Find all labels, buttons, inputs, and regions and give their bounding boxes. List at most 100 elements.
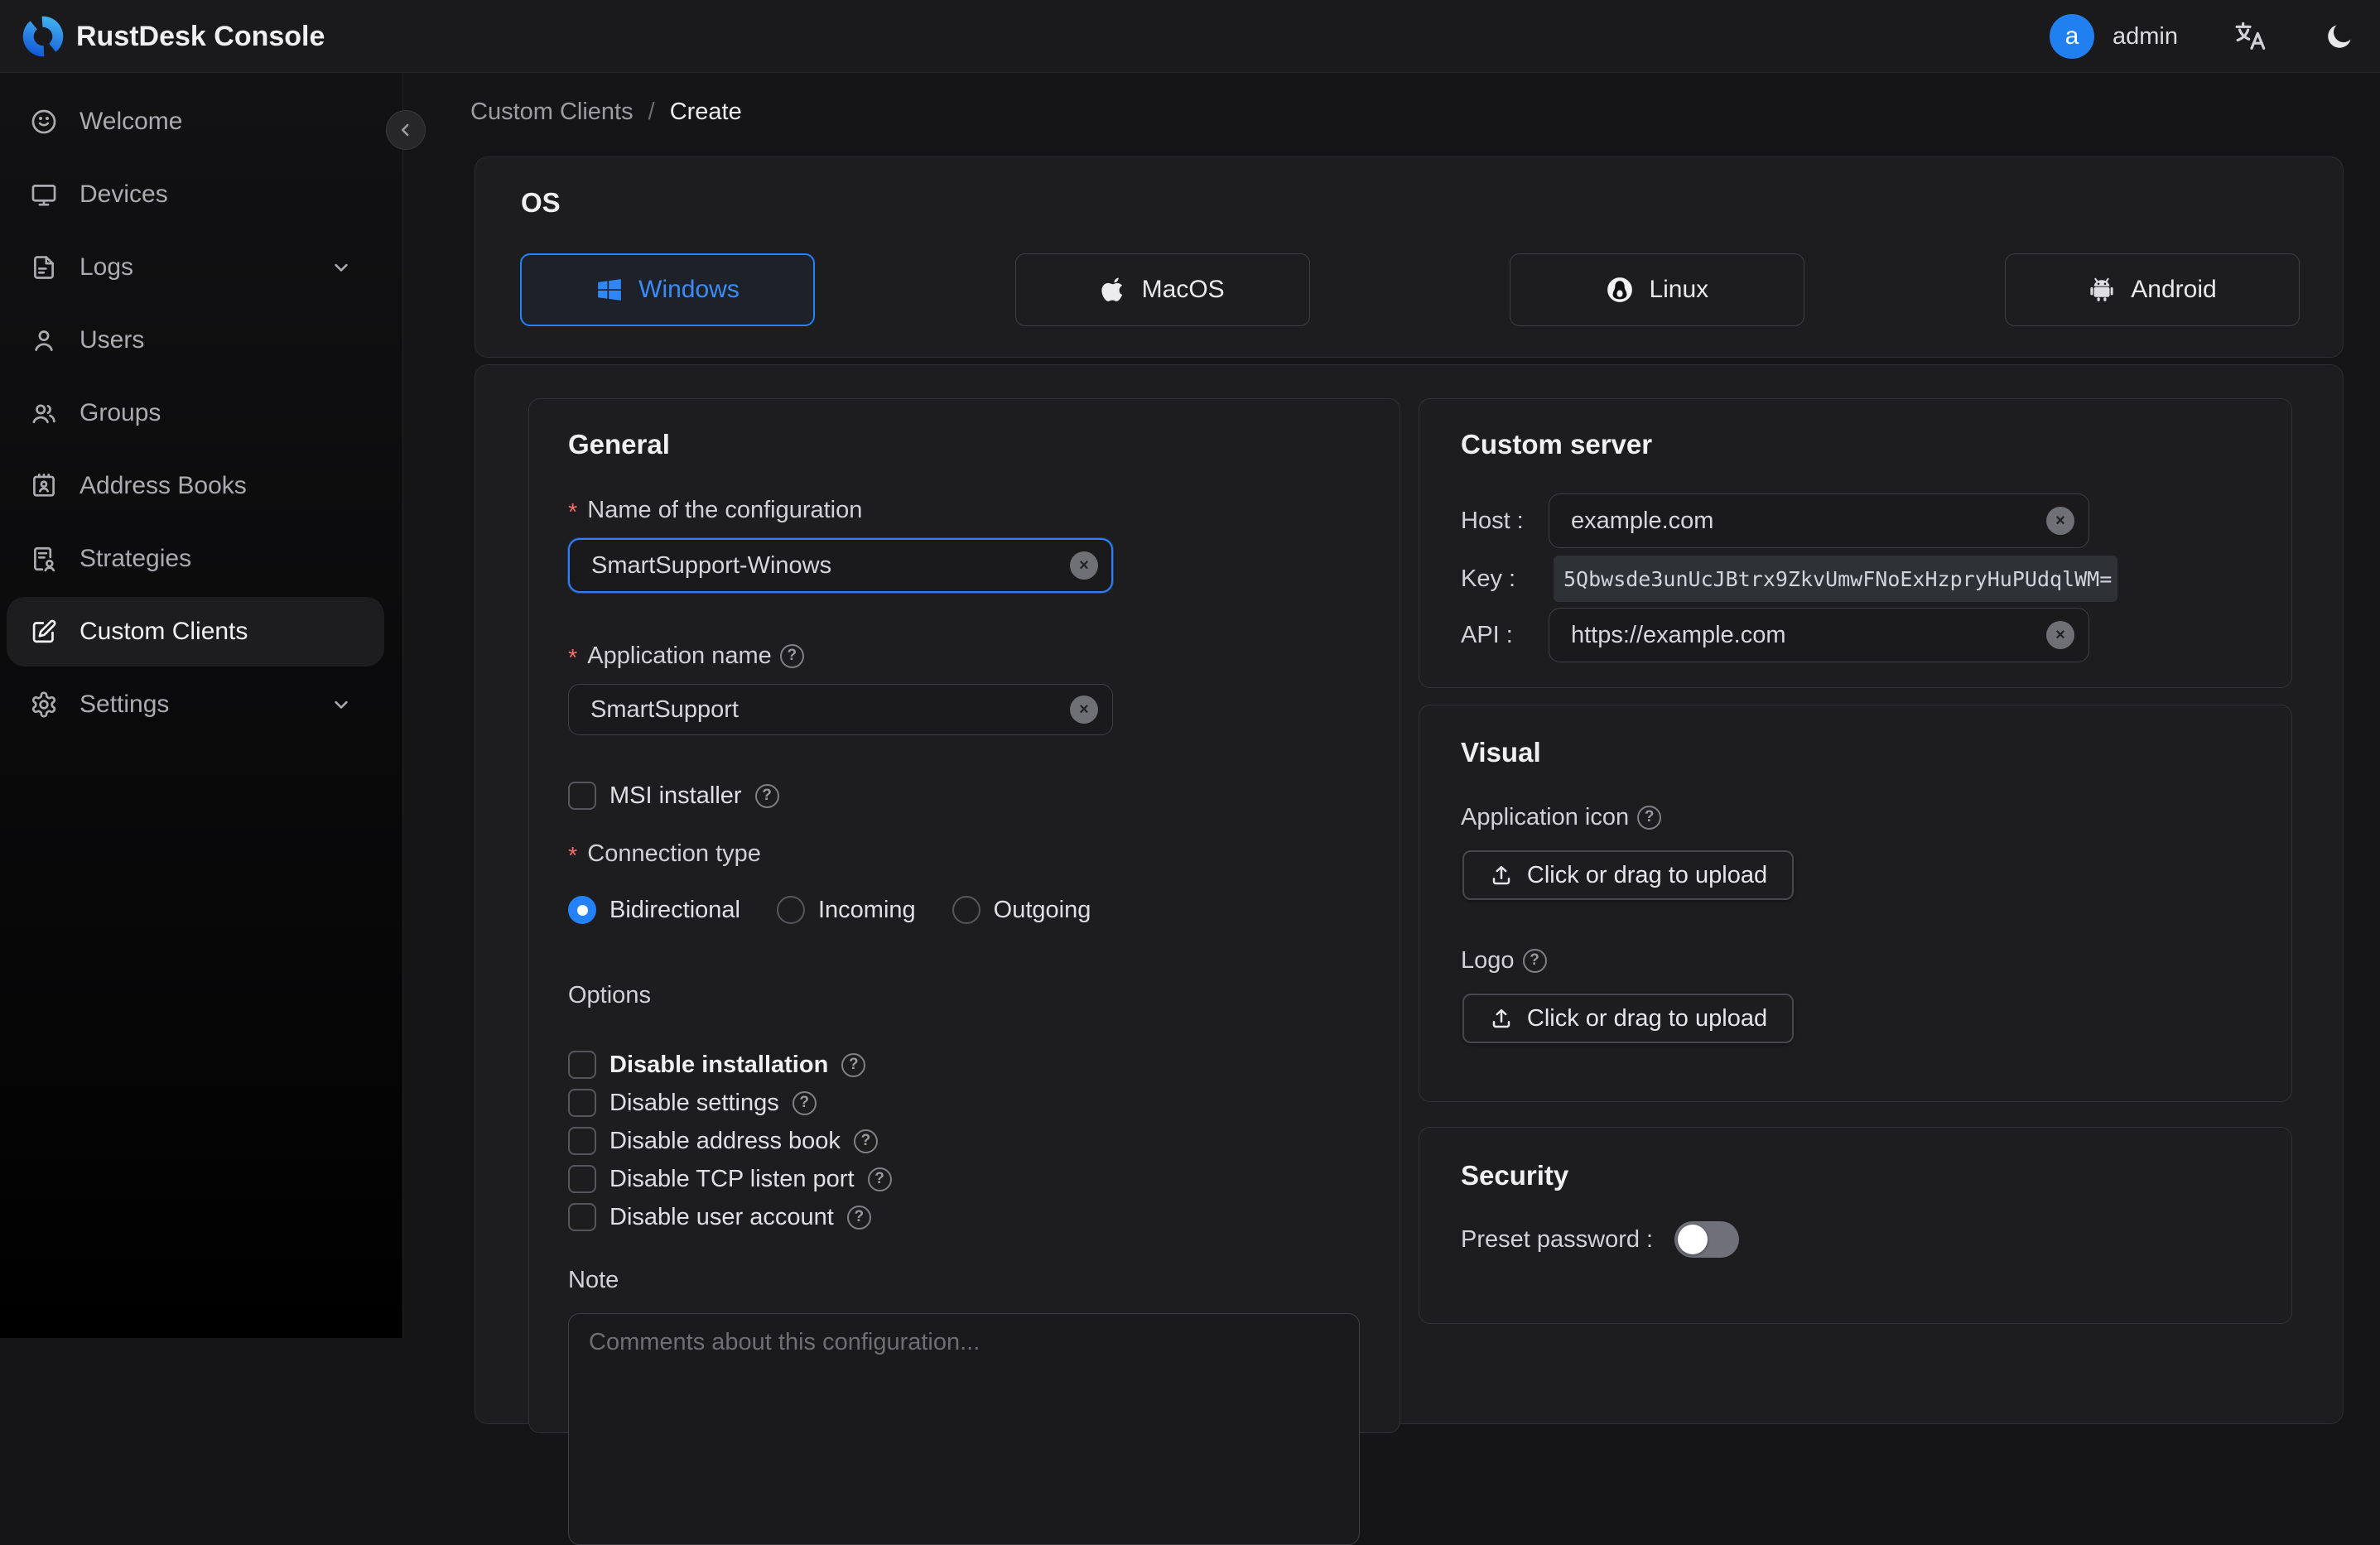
checkbox-icon[interactable] [568,1165,596,1193]
dark-mode-toggle-icon[interactable] [2322,19,2357,54]
visual-title: Visual [1461,737,1541,768]
sidebar-item-strategies[interactable]: Strategies [0,522,402,595]
breadcrumb: Custom Clients / Create [470,97,742,127]
app-icon-upload-button[interactable]: Click or drag to upload [1462,850,1794,900]
required-asterisk: * [568,644,578,671]
clear-host-icon[interactable]: × [2046,507,2074,535]
breadcrumb-separator: / [648,98,655,125]
host-input[interactable] [1549,493,2089,548]
translate-icon[interactable] [2233,19,2267,54]
os-options-row: Windows MacOS Linux Android [520,253,2300,326]
config-name-label: * Name of the configuration [568,496,863,526]
radio-icon[interactable] [568,896,596,924]
chevron-down-icon[interactable] [330,693,353,716]
help-icon[interactable]: ? [779,643,804,668]
username[interactable]: admin [2113,23,2178,51]
help-icon[interactable]: ? [867,1167,892,1191]
clear-config-name-icon[interactable]: × [1070,551,1098,580]
checkbox-icon[interactable] [568,1127,596,1155]
preset-password-toggle[interactable] [1674,1221,1740,1258]
option-disable-settings[interactable]: Disable settings ? [568,1089,892,1117]
msi-installer-row: MSI installer ? [568,782,779,810]
sidebar-item-label: Devices [79,180,168,208]
options-list: Disable installation ? Disable settings … [568,1051,892,1231]
monitor-icon [31,185,56,206]
clear-application-name-icon[interactable]: × [1070,695,1098,724]
upload-icon [1492,865,1510,885]
os-button-windows[interactable]: Windows [520,253,815,326]
help-icon[interactable]: ? [754,783,779,808]
option-disable-user-account[interactable]: Disable user account ? [568,1203,892,1231]
note-label: Note [568,1266,619,1293]
checkbox-icon[interactable] [568,1089,596,1117]
application-icon-label: Application icon ? [1461,802,1662,832]
os-button-android[interactable]: Android [2004,253,2300,326]
msi-installer-checkbox[interactable] [568,782,596,810]
os-button-macos[interactable]: MacOS [1014,253,1310,326]
sidebar-item-address-books[interactable]: Address Books [0,450,402,522]
option-disable-installation[interactable]: Disable installation ? [568,1051,892,1079]
option-disable-address-book[interactable]: Disable address book ? [568,1127,892,1155]
user-icon [35,330,53,351]
topbar-right: a admin [2050,0,2357,73]
gear-icon [31,691,56,718]
sidebar-item-label: Welcome [79,108,183,135]
chevron-left-icon [401,123,409,137]
file-text-icon [34,256,54,279]
sidebar: Welcome Devices Logs Users Groups Addres… [0,73,403,1338]
sidebar-item-welcome[interactable]: Welcome [0,85,402,158]
options-title: Options [568,981,651,1008]
help-icon[interactable]: ? [1522,948,1547,973]
msi-installer-label: MSI installer [609,782,742,809]
sidebar-item-label: Custom Clients [79,618,248,645]
custom-server-title: Custom server [1461,429,1653,460]
radio-bidirectional[interactable]: Bidirectional [568,896,740,924]
checkbox-icon[interactable] [568,1051,596,1079]
sidebar-item-custom-clients[interactable]: Custom Clients [7,597,384,667]
config-name-input[interactable] [568,538,1113,593]
breadcrumb-current: Create [669,98,742,125]
preset-password-row: Preset password : [1461,1221,1740,1258]
sidebar-item-devices[interactable]: Devices [0,158,402,231]
sidebar-item-users[interactable]: Users [0,304,402,377]
help-icon[interactable]: ? [846,1205,871,1230]
avatar[interactable]: a [2050,14,2094,59]
upload-icon [1492,1008,1510,1028]
sidebar-item-logs[interactable]: Logs [0,231,402,304]
sidebar-item-label: Settings [79,691,170,718]
clear-api-icon[interactable]: × [2046,621,2074,649]
help-icon[interactable]: ? [853,1129,878,1153]
os-button-label: Windows [638,276,740,303]
api-label: API : [1461,621,1513,648]
apple-icon [1101,277,1122,301]
sidebar-item-label: Address Books [79,472,247,499]
help-icon[interactable]: ? [1637,805,1662,830]
os-button-linux[interactable]: Linux [1510,253,1805,326]
help-icon[interactable]: ? [841,1052,866,1077]
api-input[interactable] [1549,608,2089,662]
chevron-down-icon[interactable] [330,256,353,279]
required-asterisk: * [568,498,578,526]
option-disable-tcp-listen-port[interactable]: Disable TCP listen port ? [568,1165,892,1193]
radio-icon[interactable] [952,896,980,924]
preset-password-label: Preset password : [1461,1225,1654,1253]
security-section: Security Preset password : [1419,1127,2292,1324]
upload-button-label: Click or drag to upload [1526,1004,1768,1032]
sidebar-collapse-button[interactable] [386,110,426,150]
os-section: OS Windows MacOS Linux Android [475,156,2344,358]
connection-type-label: * Connection type [568,840,761,869]
radio-icon[interactable] [776,896,805,924]
radio-incoming[interactable]: Incoming [776,896,916,924]
toggle-knob [1678,1225,1708,1254]
sidebar-item-groups[interactable]: Groups [0,377,402,450]
help-icon[interactable]: ? [792,1090,817,1115]
radio-outgoing[interactable]: Outgoing [952,896,1091,924]
logo-upload-button[interactable]: Click or drag to upload [1462,994,1794,1043]
note-textarea[interactable] [568,1313,1360,1545]
application-name-input[interactable] [568,684,1113,735]
checkbox-icon[interactable] [568,1203,596,1231]
sidebar-item-settings[interactable]: Settings [0,668,402,741]
sidebar-item-label: Logs [79,253,134,281]
breadcrumb-parent[interactable]: Custom Clients [470,99,634,126]
security-title: Security [1461,1160,1569,1191]
